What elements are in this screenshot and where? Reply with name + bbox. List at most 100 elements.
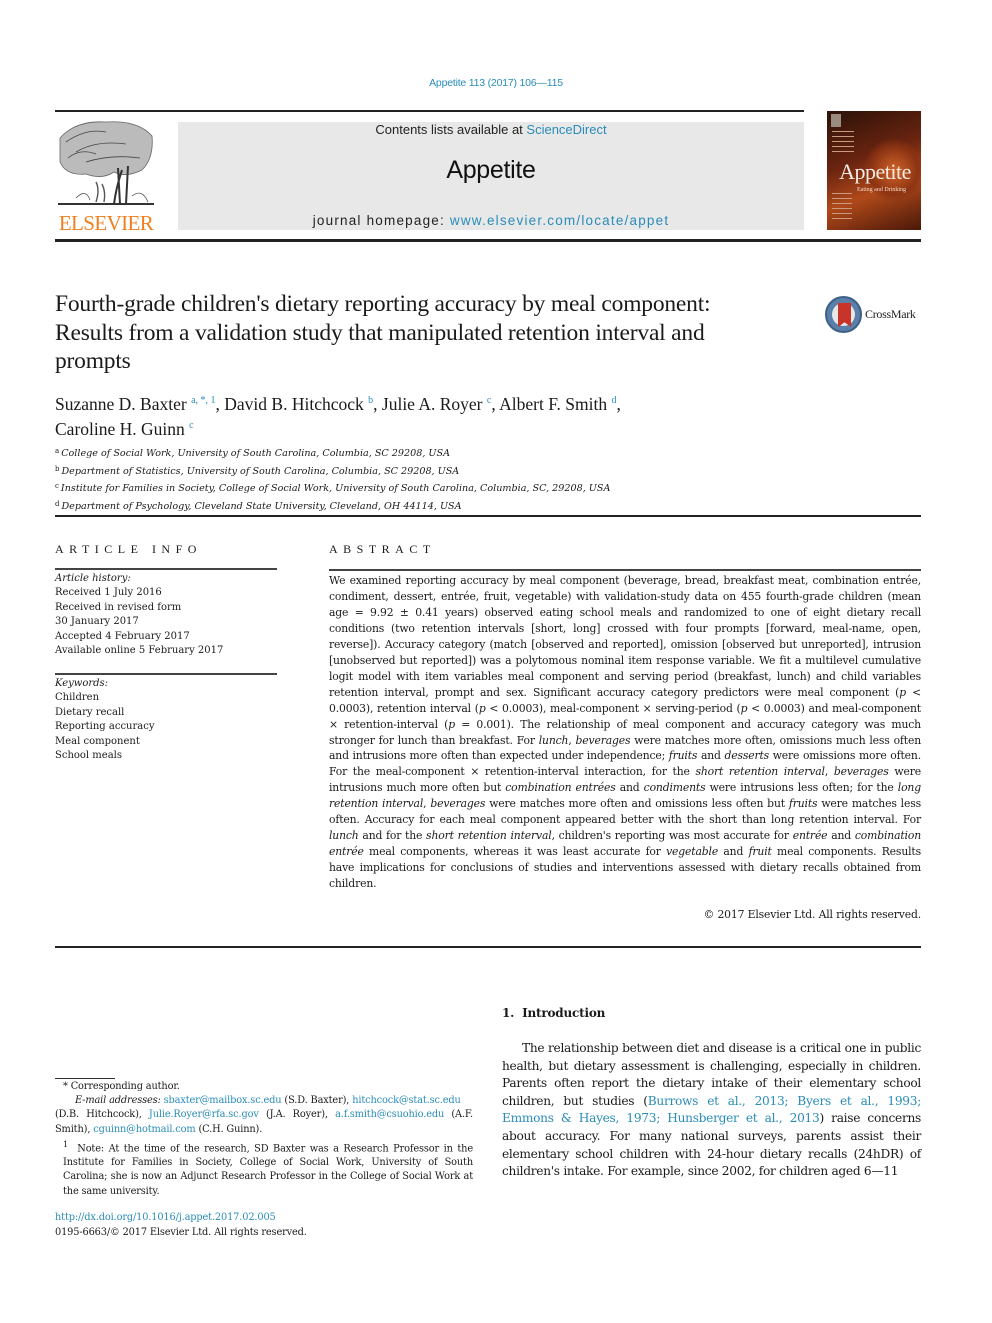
history-item: 30 January 2017 <box>55 616 139 628</box>
cover-subtitle: Eating and Drinking <box>857 187 906 193</box>
abstract-text: , <box>568 733 576 747</box>
author[interactable]: Julie A. Royer c <box>382 394 491 414</box>
abstract-rule <box>329 569 921 571</box>
abstract-text: and for the <box>358 829 427 843</box>
abstract-emphasis: lunch <box>538 733 569 747</box>
history-item: Received in revised form <box>55 601 182 613</box>
abstract-text: We examined reporting accuracy by meal c… <box>329 574 921 699</box>
author-list: Suzanne D. Baxter a, *, 1, David B. Hitc… <box>55 394 621 439</box>
abstract-emphasis: p <box>448 717 455 731</box>
abstract-text: and <box>697 749 725 763</box>
history-item: Accepted 4 February 2017 <box>55 630 190 642</box>
abstract-emphasis: fruits <box>668 749 698 763</box>
doi-block: http://dx.doi.org/10.1016/j.appet.2017.0… <box>55 1211 307 1240</box>
contents-prefix: Contents lists available at <box>375 122 527 137</box>
keywords: Keywords: Children Dietary recall Report… <box>55 677 277 763</box>
email-link[interactable]: cguinn@hotmail.com <box>93 1124 195 1135</box>
cover-text-lines <box>832 131 854 156</box>
email-link[interactable]: Julie.Royer@rfa.sc.gov <box>149 1109 259 1120</box>
elsevier-wordmark: ELSEVIER <box>58 211 154 235</box>
abstract-bottom-rule <box>55 946 921 948</box>
email-link[interactable]: sbaxter@mailbox.sc.edu <box>164 1095 282 1106</box>
contents-line: Contents lists available at ScienceDirec… <box>178 122 804 137</box>
abstract-emphasis: fruits <box>788 797 818 811</box>
journal-name: Appetite <box>446 156 536 184</box>
keyword: Reporting accuracy <box>55 721 155 733</box>
introduction-body: The relationship between diet and diseas… <box>502 1040 921 1181</box>
abstract-emphasis: p <box>899 685 906 699</box>
abstract-emphasis: combination entrées <box>505 781 616 795</box>
crossmark-icon <box>825 296 862 333</box>
cover-elsevier-icon <box>831 114 841 127</box>
history-item: Received 1 July 2016 <box>55 587 162 599</box>
abstract-emphasis: short retention interval <box>695 765 825 779</box>
abstract-text: were matches more often and omissions le… <box>485 797 789 811</box>
email-addresses-cont: (D.B. Hitchcock), Julie.Royer@rfa.sc.gov… <box>55 1109 473 1135</box>
abstract-emphasis: condiments <box>643 781 706 795</box>
homepage-line: journal homepage: www.elsevier.com/locat… <box>178 213 804 228</box>
homepage-link[interactable]: www.elsevier.com/locate/appet <box>450 213 669 228</box>
crossmark-button[interactable]: CrossMark <box>825 296 925 334</box>
elsevier-tree-icon <box>56 118 156 210</box>
abstract-text: < 0.0003), meal-component × serving-peri… <box>485 701 741 715</box>
author-affiliation-mark[interactable]: c <box>189 420 193 431</box>
author-note: 1 Note: At the time of the research, SD … <box>63 1138 473 1197</box>
cover-text-lines <box>832 193 852 223</box>
journal-citation[interactable]: Appetite 113 (2017) 106—115 <box>0 77 992 89</box>
introduction-heading: 1. Introduction <box>502 1006 606 1020</box>
abstract-emphasis: lunch <box>329 829 359 843</box>
abstract-emphasis: short retention interval <box>426 829 552 843</box>
journal-cover-image[interactable]: Appetite Eating and Drinking <box>827 111 921 230</box>
keywords-rule <box>55 673 277 675</box>
abstract-emphasis: beverages <box>575 733 631 747</box>
keyword: Dietary recall <box>55 706 125 718</box>
article-title: Fourth-grade children's dietary reportin… <box>55 291 711 374</box>
doi-link[interactable]: http://dx.doi.org/10.1016/j.appet.2017.0… <box>55 1212 276 1223</box>
abstract-heading: ABSTRACT <box>329 542 436 556</box>
affiliation-list: a College of Social Work, University of S… <box>55 444 755 514</box>
masthead-rule <box>55 239 921 242</box>
abstract-text: and <box>615 781 644 795</box>
abstract-text: , <box>824 765 834 779</box>
keyword: Meal component <box>55 735 140 747</box>
abstract-emphasis: p <box>478 701 486 715</box>
email-link[interactable]: hitchcock@stat.sc.edu <box>352 1095 461 1106</box>
footnote-rule <box>55 1078 115 1079</box>
article-info-heading: ARTICLE INFO <box>55 542 202 556</box>
author[interactable]: Suzanne D. Baxter a, *, 1 <box>55 394 216 414</box>
homepage-prefix: journal homepage: <box>312 213 450 228</box>
keyword: School meals <box>55 750 123 762</box>
abstract-copyright: © 2017 Elsevier Ltd. All rights reserved… <box>703 908 922 921</box>
keywords-heading: Keywords: <box>55 678 109 689</box>
abstract-emphasis: entrée <box>792 829 828 843</box>
author-affiliation-mark[interactable]: a, *, 1 <box>191 395 215 406</box>
article-history-heading: Article history: <box>55 573 131 584</box>
corresponding-author-note: * Corresponding author. <box>63 1081 180 1092</box>
abstract-text: meal components, whereas it was least ac… <box>363 845 667 859</box>
author[interactable]: Albert F. Smith d <box>499 394 616 414</box>
abstract-emphasis: beverages <box>430 797 486 811</box>
email-label: E-mail addresses: <box>75 1095 161 1107</box>
affiliation: c Institute for Families in Society, Coll… <box>55 482 611 494</box>
abstract-emphasis: fruit <box>748 845 772 859</box>
abstract-emphasis: beverages <box>833 765 889 779</box>
abstract-emphasis: vegetable <box>666 845 719 859</box>
history-item: Available online 5 February 2017 <box>55 645 224 657</box>
abstract-emphasis: desserts <box>724 749 770 763</box>
sciencedirect-link[interactable]: ScienceDirect <box>526 122 606 137</box>
cover-title: Appetite <box>839 159 911 184</box>
author[interactable]: Caroline H. Guinn c <box>55 419 194 439</box>
abstract-body: We examined reporting accuracy by meal c… <box>329 573 921 892</box>
affiliation: a College of Social Work, University of S… <box>55 447 451 459</box>
article-info-rule <box>55 568 277 570</box>
author[interactable]: David B. Hitchcock b <box>224 394 373 414</box>
email-link[interactable]: a.f.smith@csuohio.edu <box>335 1109 444 1120</box>
email-addresses: E-mail addresses: sbaxter@mailbox.sc.edu… <box>75 1095 461 1107</box>
affiliation: d Department of Psychology, Cleveland Sta… <box>55 499 462 512</box>
abstract-text: were intrusions less often; for the <box>705 781 898 795</box>
journal-masthead: Contents lists available at ScienceDirec… <box>178 122 804 230</box>
footnotes: * Corresponding author. E-mail addresses… <box>55 1080 473 1199</box>
issn-copyright: 0195-6663/© 2017 Elsevier Ltd. All right… <box>55 1226 307 1238</box>
crossmark-label: CrossMark <box>865 307 916 321</box>
elsevier-logo[interactable]: ELSEVIER <box>54 118 158 236</box>
